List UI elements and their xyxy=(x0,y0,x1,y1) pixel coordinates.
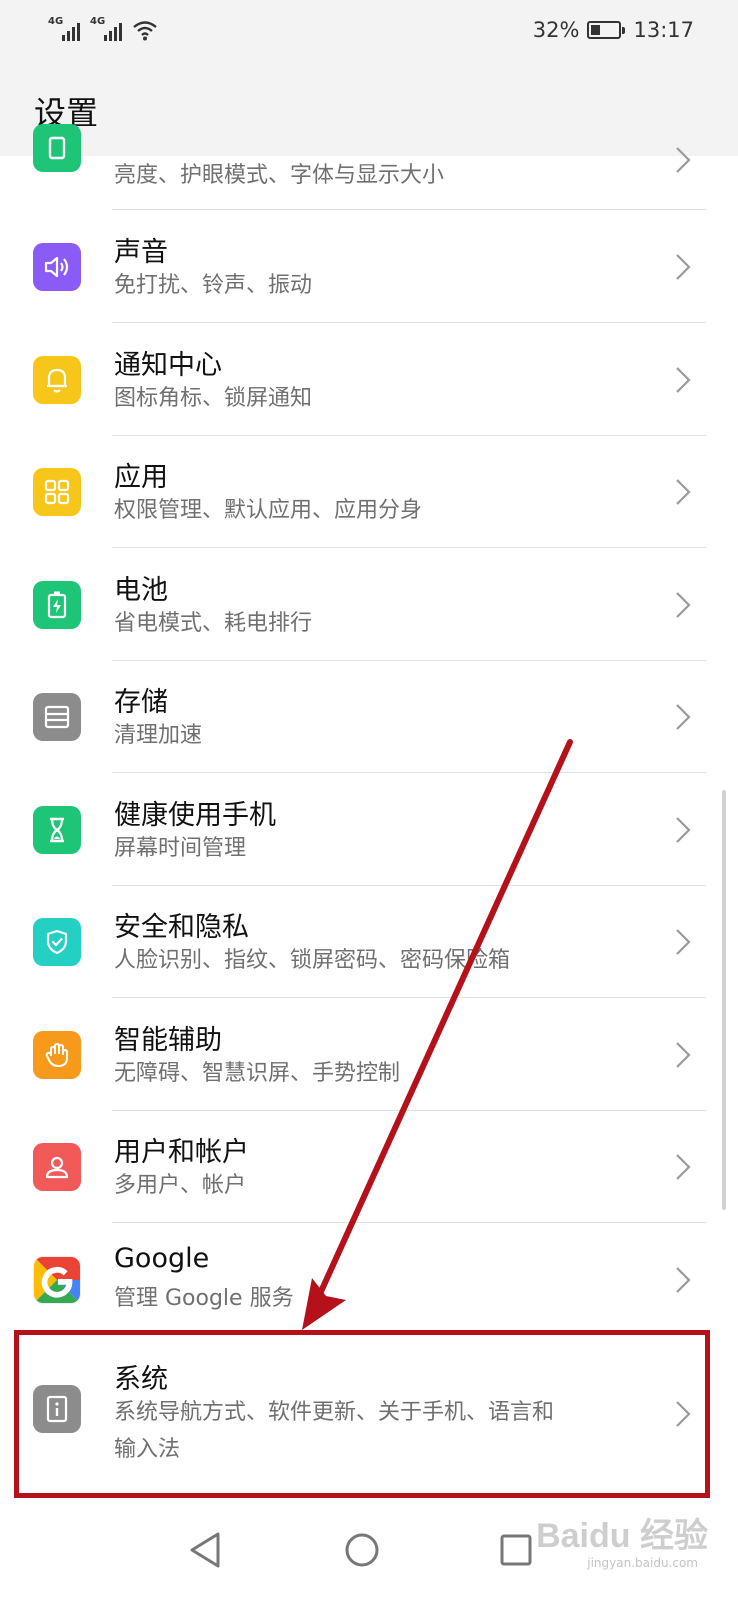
chevron-right-icon xyxy=(676,1154,691,1180)
settings-item-subtitle: 亮度、护眼模式、字体与显示大小 xyxy=(114,163,445,188)
storage-icon xyxy=(33,693,81,741)
chevron-right-icon xyxy=(676,592,691,618)
chevron-right-icon xyxy=(676,367,691,393)
settings-item-security[interactable]: 安全和隐私 人脸识别、指纹、锁屏密码、密码保险箱 xyxy=(0,885,738,998)
chevron-right-icon xyxy=(676,817,691,843)
settings-item-title: 声音 xyxy=(114,237,168,268)
settings-item-subtitle: 多用户、帐户 xyxy=(114,1173,247,1198)
settings-item-title: Google xyxy=(114,1243,210,1274)
settings-item-smart-assistance[interactable]: 智能辅助 无障碍、智慧识屏、手势控制 xyxy=(0,998,738,1111)
chevron-right-icon xyxy=(676,929,691,955)
chevron-right-icon xyxy=(676,254,691,280)
settings-item-subtitle: 管理 Google 服务 xyxy=(114,1286,294,1311)
settings-item-title: 应用 xyxy=(114,462,168,493)
user-icon xyxy=(33,1143,81,1191)
google-icon xyxy=(33,1256,81,1304)
speaker-icon xyxy=(33,243,81,291)
chevron-right-icon xyxy=(676,1267,691,1293)
settings-item-apps[interactable]: 应用 权限管理、默认应用、应用分身 xyxy=(0,435,738,548)
hand-icon xyxy=(33,1031,81,1079)
settings-item-display[interactable]: 亮度、护眼模式、字体与显示大小 xyxy=(0,0,738,210)
highlight-box xyxy=(14,1330,710,1498)
settings-item-title: 用户和帐户 xyxy=(114,1137,249,1168)
home-icon[interactable] xyxy=(332,1520,392,1580)
settings-item-battery[interactable]: 电池 省电模式、耗电排行 xyxy=(0,548,738,661)
bell-icon xyxy=(33,356,81,404)
settings-item-subtitle: 屏幕时间管理 xyxy=(114,836,247,861)
settings-item-subtitle: 省电模式、耗电排行 xyxy=(114,611,313,636)
scrollbar[interactable] xyxy=(722,790,726,1210)
settings-item-digital-balance[interactable]: 健康使用手机 屏幕时间管理 xyxy=(0,773,738,886)
settings-item-title: 安全和隐私 xyxy=(114,912,249,943)
battery-icon xyxy=(33,581,81,629)
display-icon xyxy=(33,124,81,172)
settings-item-title: 健康使用手机 xyxy=(114,800,276,831)
chevron-right-icon xyxy=(676,147,691,173)
chevron-right-icon xyxy=(676,479,691,505)
settings-item-title: 智能辅助 xyxy=(114,1025,222,1056)
settings-item-notifications[interactable]: 通知中心 图标角标、锁屏通知 xyxy=(0,323,738,436)
settings-item-subtitle: 权限管理、默认应用、应用分身 xyxy=(114,498,423,523)
settings-item-title: 电池 xyxy=(114,575,168,606)
settings-item-subtitle: 清理加速 xyxy=(114,723,203,748)
settings-item-subtitle: 图标角标、锁屏通知 xyxy=(114,386,313,411)
chevron-right-icon xyxy=(676,1042,691,1068)
apps-grid-icon xyxy=(33,468,81,516)
settings-item-google[interactable]: Google 管理 Google 服务 xyxy=(0,1223,738,1335)
watermark-url: jingyan.baidu.com xyxy=(587,1556,698,1570)
shield-check-icon xyxy=(33,918,81,966)
settings-item-title: 通知中心 xyxy=(114,350,222,381)
settings-item-storage[interactable]: 存储 清理加速 xyxy=(0,660,738,773)
settings-item-users-accounts[interactable]: 用户和帐户 多用户、帐户 xyxy=(0,1110,738,1223)
settings-item-title: 存储 xyxy=(114,687,168,718)
settings-item-subtitle: 免打扰、铃声、振动 xyxy=(114,273,313,298)
settings-item-subtitle: 无障碍、智慧识屏、手势控制 xyxy=(114,1061,401,1086)
settings-item-subtitle: 人脸识别、指纹、锁屏密码、密码保险箱 xyxy=(114,948,511,973)
settings-item-sound[interactable]: 声音 免打扰、铃声、振动 xyxy=(0,210,738,323)
hourglass-icon xyxy=(33,806,81,854)
back-icon[interactable] xyxy=(176,1520,236,1580)
watermark-logo: Baidu 经验 xyxy=(536,1517,708,1555)
chevron-right-icon xyxy=(676,704,691,730)
